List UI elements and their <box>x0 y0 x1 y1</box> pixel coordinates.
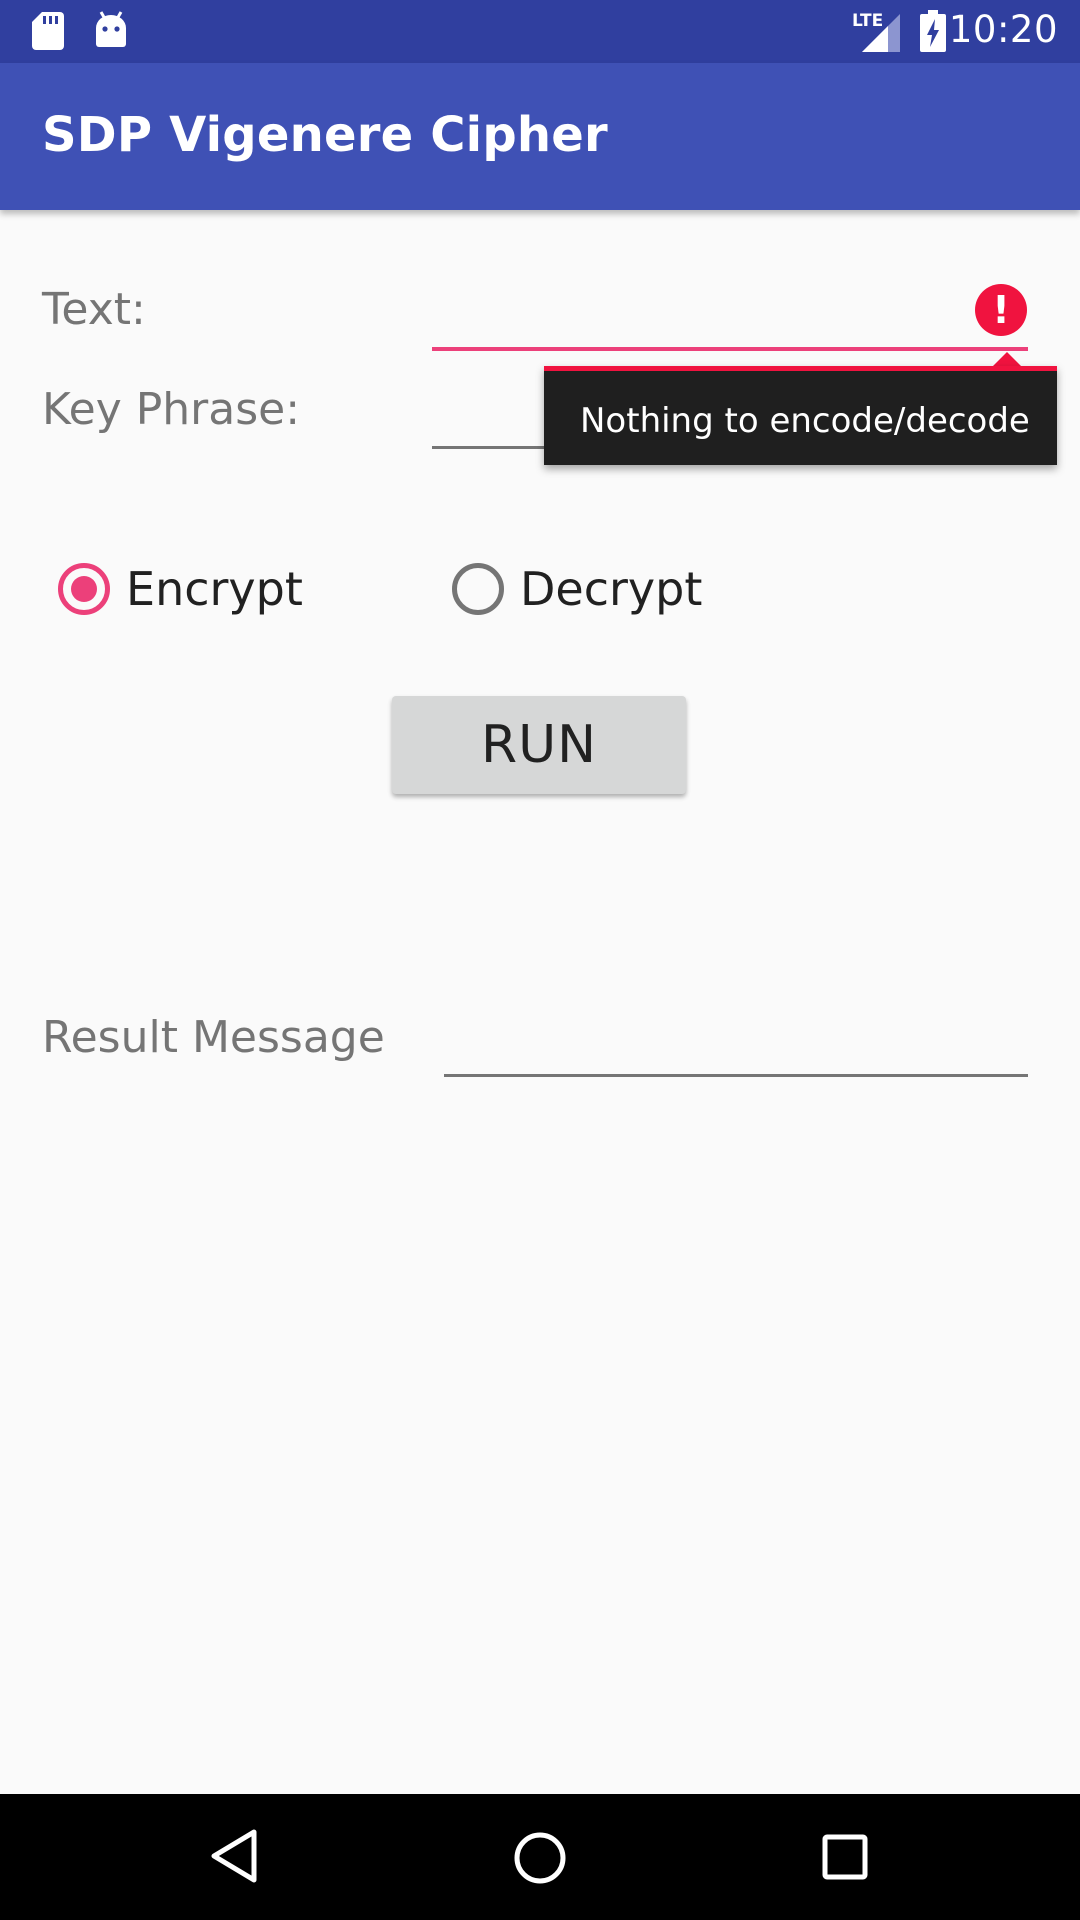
result-label: Result Message <box>42 1012 385 1063</box>
radio-button-unchecked[interactable] <box>452 563 504 615</box>
key-phrase-label: Key Phrase: <box>42 384 301 435</box>
radio-encrypt[interactable]: Encrypt <box>44 550 344 630</box>
home-icon[interactable] <box>512 1830 568 1886</box>
app-bar: SDP Vigenere Cipher <box>0 63 1080 210</box>
text-label: Text: <box>42 284 146 335</box>
status-time: 10:20 <box>948 8 1058 51</box>
sd-card-icon <box>32 12 64 50</box>
back-icon[interactable] <box>210 1828 260 1884</box>
result-field[interactable] <box>444 1000 1028 1076</box>
radio-button-checked[interactable] <box>58 563 110 615</box>
error-popup-arrow <box>993 352 1021 366</box>
radio-encrypt-label: Encrypt <box>126 562 303 616</box>
status-bar: LTE 10:20 <box>0 0 1080 63</box>
error-message: Nothing to encode/decode <box>580 401 1030 441</box>
app-title: SDP Vigenere Cipher <box>42 107 608 163</box>
text-input[interactable] <box>432 270 1028 350</box>
run-button[interactable]: RUN <box>392 696 686 794</box>
radio-decrypt-label: Decrypt <box>520 562 703 616</box>
recents-icon[interactable] <box>820 1832 870 1882</box>
battery-charging-icon <box>920 10 946 52</box>
radio-decrypt[interactable]: Decrypt <box>438 550 738 630</box>
nav-bar <box>0 1794 1080 1920</box>
error-popup: Nothing to encode/decode <box>544 366 1057 465</box>
signal-icon <box>862 14 900 52</box>
android-icon <box>96 11 126 47</box>
text-input-underline <box>432 347 1028 351</box>
result-underline <box>444 1074 1028 1077</box>
error-icon[interactable]: ! <box>975 284 1027 336</box>
